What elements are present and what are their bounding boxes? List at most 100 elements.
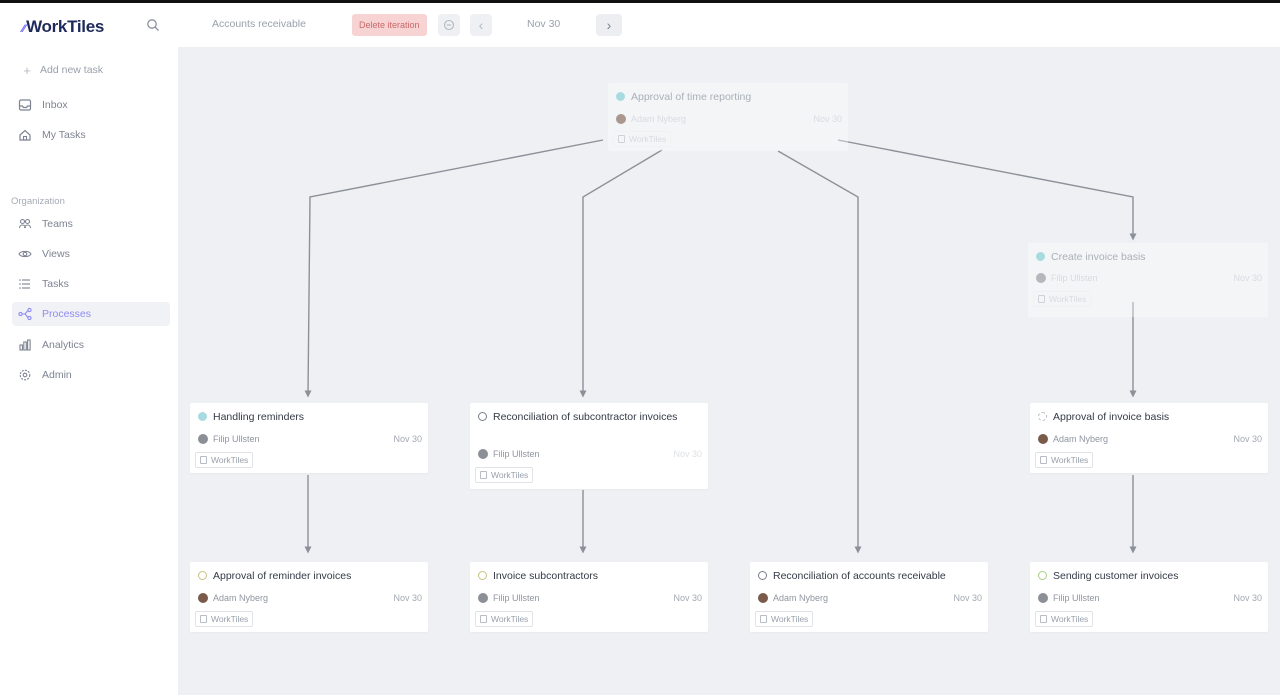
sidebar-item-admin[interactable]: Admin [12, 363, 170, 387]
task-due-date: Nov 30 [1233, 593, 1262, 603]
team-icon [18, 218, 32, 229]
circle-minus-icon [443, 19, 455, 31]
home-icon [19, 129, 31, 141]
task-card-reconciliation-of-subcontractor-invoices[interactable]: Reconciliation of subcontractor invoices… [470, 403, 708, 489]
delete-iteration-button[interactable]: Delete iteration [352, 14, 427, 36]
task-assignee: Filip Ullsten [1051, 273, 1098, 283]
task-card-invoice-subcontractors[interactable]: Invoice subcontractors Filip Ullsten Nov… [470, 562, 708, 632]
sidebar-item-label: Teams [42, 218, 73, 230]
project-tag-label: WorkTiles [1051, 614, 1089, 624]
document-icon [480, 471, 487, 479]
status-dot[interactable] [1038, 571, 1047, 580]
document-icon [1040, 615, 1047, 623]
document-icon [200, 456, 207, 464]
project-tag[interactable]: WorkTiles [195, 452, 254, 468]
avatar [198, 593, 208, 603]
app-logo[interactable]: ⁄⁄WorkTiles [22, 17, 104, 37]
avatar [198, 434, 208, 444]
sidebar-item-label: Tasks [42, 278, 69, 290]
connector-line [777, 150, 862, 554]
status-dot[interactable] [478, 412, 487, 421]
plus-icon: + [23, 62, 31, 78]
project-tag-label: WorkTiles [491, 614, 529, 624]
inbox-icon [18, 99, 32, 111]
task-assignee: Filip Ullsten [1053, 593, 1100, 603]
task-assignee: Adam Nyberg [631, 114, 687, 124]
avatar [616, 114, 626, 124]
project-tag-label: WorkTiles [211, 455, 249, 465]
task-card-sending-customer-invoices[interactable]: Sending customer invoices Filip Ullsten … [1030, 562, 1268, 632]
task-due-date: Nov 30 [393, 593, 422, 603]
task-title: Approval of reminder invoices [213, 570, 352, 582]
task-card-reconciliation-of-accounts-receivable[interactable]: Reconciliation of accounts receivable Ad… [750, 562, 988, 632]
project-tag-label: WorkTiles [211, 614, 249, 624]
avatar [1038, 593, 1048, 603]
connector-line [304, 139, 604, 398]
task-card-approval-of-reminder-invoices[interactable]: Approval of reminder invoices Adam Nyber… [190, 562, 428, 632]
task-title: Create invoice basis [1051, 251, 1146, 263]
search-icon[interactable] [146, 18, 160, 32]
bar-chart-icon [19, 339, 31, 351]
project-tag[interactable]: WorkTiles [195, 611, 254, 627]
task-title: Handling reminders [213, 411, 305, 423]
document-icon [480, 615, 487, 623]
task-card-create-invoice-basis[interactable]: Create invoice basis Filip Ullsten Nov 3… [1028, 243, 1268, 317]
task-card-handling-reminders[interactable]: Handling reminders Filip Ullsten Nov 30 … [190, 403, 428, 473]
task-assignee: Filip Ullsten [493, 449, 540, 459]
list-icon [19, 279, 30, 289]
sidebar-item-teams[interactable]: Teams [12, 212, 170, 236]
sidebar-item-analytics[interactable]: Analytics [12, 333, 170, 357]
sidebar-item-tasks[interactable]: Tasks [12, 272, 170, 296]
task-assignee: Adam Nyberg [773, 593, 829, 603]
project-tag[interactable]: WorkTiles [475, 611, 534, 627]
task-due-date: Nov 30 [673, 593, 702, 603]
status-dot[interactable] [198, 571, 207, 580]
task-due-date: Nov 30 [393, 434, 422, 444]
status-dot[interactable] [1038, 412, 1047, 421]
task-title: Invoice subcontractors [493, 570, 599, 582]
task-card-approval-of-invoice-basis[interactable]: Approval of invoice basis Adam Nyberg No… [1030, 403, 1268, 473]
status-dot[interactable] [198, 412, 207, 421]
project-tag[interactable]: WorkTiles [1035, 611, 1094, 627]
status-dot[interactable] [1036, 252, 1045, 261]
status-dot[interactable] [758, 571, 767, 580]
avatar [478, 593, 488, 603]
status-dot[interactable] [616, 92, 625, 101]
document-icon [200, 615, 207, 623]
task-card-approval-of-time-reporting[interactable]: Approval of time reporting Adam Nyberg N… [608, 83, 848, 151]
process-canvas[interactable]: Approval of time reporting Adam Nyberg N… [178, 47, 1280, 695]
breadcrumb-process-name[interactable]: Accounts receivable [212, 18, 306, 30]
sidebar-item-views[interactable]: Views [12, 242, 170, 266]
sidebar-item-my-tasks[interactable]: My Tasks [12, 123, 170, 147]
gear-icon [19, 369, 31, 381]
task-due-date: Nov 30 [673, 449, 702, 459]
project-tag[interactable]: WorkTiles [1033, 291, 1092, 307]
document-icon [1040, 456, 1047, 464]
sidebar: ⁄⁄WorkTiles + Add new task Inbox My Task… [0, 3, 178, 695]
project-tag-label: WorkTiles [1051, 455, 1089, 465]
project-tag-label: WorkTiles [491, 470, 529, 480]
previous-iteration-button[interactable]: ‹ [470, 14, 492, 36]
iteration-status-button[interactable] [438, 14, 460, 36]
document-icon [760, 615, 767, 623]
avatar [758, 593, 768, 603]
avatar [478, 449, 488, 459]
add-new-task-button[interactable]: + Add new task [14, 59, 172, 81]
project-tag[interactable]: WorkTiles [1035, 452, 1094, 468]
project-tag-label: WorkTiles [1049, 294, 1087, 304]
connector-line [579, 149, 663, 398]
task-assignee: Filip Ullsten [213, 434, 260, 444]
task-title: Reconciliation of accounts receivable [773, 570, 946, 582]
avatar [1038, 434, 1048, 444]
project-tag[interactable]: WorkTiles [755, 611, 814, 627]
sidebar-item-inbox[interactable]: Inbox [12, 93, 170, 117]
add-new-task-label: Add new task [40, 64, 104, 76]
top-bar: Accounts receivable Delete iteration ‹ N… [178, 3, 1280, 47]
section-label-organization: Organization [11, 196, 65, 207]
status-dot[interactable] [478, 571, 487, 580]
sidebar-item-processes[interactable]: Processes [12, 302, 170, 326]
next-iteration-button[interactable]: › [596, 14, 622, 36]
project-tag[interactable]: WorkTiles [475, 467, 534, 483]
project-tag[interactable]: WorkTiles [613, 131, 672, 147]
task-assignee: Adam Nyberg [213, 593, 269, 603]
